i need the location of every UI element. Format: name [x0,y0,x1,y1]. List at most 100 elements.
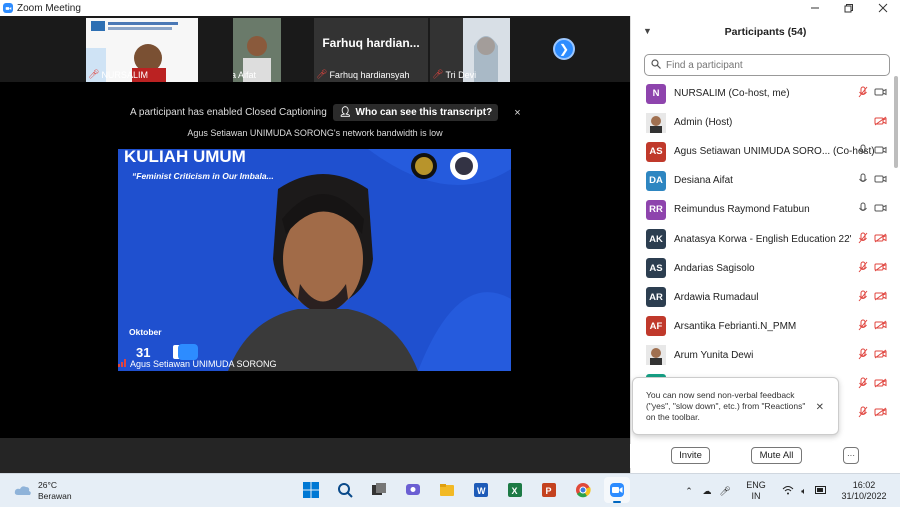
video-off-icon[interactable] [874,233,887,246]
mic-icon[interactable] [858,202,868,217]
language-indicator[interactable]: ENG IN [738,480,774,502]
participant-row[interactable]: RR Reimundus Raymond Fatubun [631,195,893,224]
meeting-video-area: 🎤︎NURSALIM Desiana Aifat Farhuq hardian.… [0,16,630,473]
participant-row[interactable]: AF Arsantika Febrianti.N_PMM [631,312,893,341]
video-off-icon[interactable] [874,262,887,275]
participant-row[interactable]: AK Anatasya Korwa - English Education 22' [631,224,893,253]
participant-name: Arum Yunita Dewi [674,349,754,361]
video-off-icon[interactable] [874,349,887,362]
language-bottom: IN [751,491,761,501]
mic-muted-icon[interactable] [858,319,868,334]
search-icon[interactable] [332,477,358,503]
participant-row[interactable]: N NURSALIM (Co-host, me) [631,79,893,108]
avatar [646,112,666,133]
volume-icon[interactable]: 🔈︎ [796,486,812,497]
participant-controls [874,116,887,129]
zoom-app-icon [3,3,13,13]
avatar: AS [646,141,666,162]
mic-muted-icon[interactable] [858,86,868,101]
participant-row[interactable]: DA Desiana Aifat [631,166,893,195]
powerpoint-icon[interactable]: P [536,477,562,503]
participant-name: Arsantika Febrianti.N_PMM [674,320,797,332]
mic-muted-icon[interactable] [858,348,868,363]
language-top: ENG [746,480,766,490]
participant-row[interactable]: AR Ardawia Rumadaul [631,283,893,312]
cloud-sync-icon[interactable]: ☁︎ [698,486,716,497]
wifi-icon[interactable] [780,485,796,498]
participant-row[interactable]: Admin (Host) [631,108,893,137]
chevron-down-icon[interactable]: ▼ [643,26,652,36]
search-input[interactable] [666,59,866,71]
more-options-button[interactable]: ··· [843,447,859,464]
excel-icon[interactable]: X [502,477,528,503]
participant-search[interactable] [644,54,890,76]
video-icon[interactable] [874,145,887,158]
clock-date: 31/10/2022 [841,491,887,501]
video-off-icon[interactable] [874,320,887,333]
active-speaker-area: A participant has enabled Closed Caption… [0,82,630,438]
avatar: AF [646,316,666,337]
tile-name: Tri Devi [445,69,477,80]
chrome-icon[interactable] [570,477,596,503]
maximize-button[interactable] [832,0,866,16]
video-tile[interactable]: Farhuq hardian... 🎤︎ Farhuq hardiansyah [314,18,428,82]
mic-muted-icon[interactable] [858,261,868,276]
who-can-see-transcript-button[interactable]: 👤︎ Who can see this transcript? [332,104,499,121]
participant-name: Agus Setiawan UNIMUDA SORO... (Co-host) [674,146,875,158]
chevron-up-icon[interactable]: ⌃ [680,486,698,497]
minimize-button[interactable] [798,0,832,16]
chat-icon[interactable] [400,477,426,503]
microphone-icon[interactable]: 🎤︎ [716,486,734,497]
participant-row[interactable]: AS Agus Setiawan UNIMUDA SORO... (Co-host… [631,137,893,166]
weather-widget[interactable]: 26°C Berawan [14,480,72,502]
close-icon[interactable]: ✕ [816,402,824,413]
close-icon[interactable]: × [514,107,520,119]
participant-row[interactable]: Arum Yunita Dewi [631,341,893,370]
word-icon[interactable]: W [468,477,494,503]
video-icon[interactable] [874,87,887,100]
next-page-button[interactable]: ❯ [553,38,575,60]
battery-icon[interactable] [812,485,830,497]
participant-list: N NURSALIM (Co-host, me) Admin (Host) AS Agu… [631,79,893,428]
avatar: N [646,83,666,104]
mic-muted-icon[interactable] [858,406,868,421]
mic-icon[interactable] [858,173,868,188]
mute-all-button[interactable]: Mute All [751,447,802,464]
mic-muted-icon[interactable] [858,377,868,392]
mic-muted-icon[interactable] [858,232,868,247]
bandwidth-warning: Agus Setiawan UNIMUDA SORONG's network b… [187,128,443,138]
participant-controls [858,377,887,392]
title-bar: Zoom Meeting [0,0,900,16]
avatar: AS [646,258,666,279]
start-icon[interactable] [298,477,324,503]
video-off-icon[interactable] [874,116,887,129]
participant-controls [858,173,887,188]
video-tile[interactable]: 🎤︎ Tri Devi [430,18,510,82]
mic-icon[interactable] [858,144,868,159]
file-explorer-icon[interactable] [434,477,460,503]
invite-button[interactable]: Invite [671,447,710,464]
thumbnail-strip: 🎤︎NURSALIM Desiana Aifat Farhuq hardian.… [0,16,630,82]
video-icon[interactable] [874,203,887,216]
zoom-icon[interactable] [604,477,630,503]
video-tile[interactable]: Desiana Aifat [233,18,281,82]
video-off-icon[interactable] [874,378,887,391]
close-window-button[interactable] [866,0,900,16]
slide-title: KULIAH UMUM [124,149,246,166]
task-view-icon[interactable] [366,477,392,503]
clock[interactable]: 16:02 31/10/2022 [836,480,892,502]
video-tile[interactable]: 🎤︎ NURSALIM [86,18,198,82]
slide-subtitle: “Feminist Criticism in Our Imbala... [132,171,274,181]
video-off-icon[interactable] [874,291,887,304]
clock-time: 16:02 [852,480,876,490]
participant-row[interactable]: AS Andarias Sagisolo [631,254,893,283]
video-off-icon[interactable] [874,407,887,420]
avatar: AK [646,229,666,250]
participant-scrollbar[interactable] [894,76,898,168]
mic-muted-icon[interactable] [858,290,868,305]
participant-controls [858,232,887,247]
participant-controls [858,406,887,421]
window-title: Zoom Meeting [17,2,81,14]
video-icon[interactable] [874,174,887,187]
avatar: RR [646,199,666,220]
